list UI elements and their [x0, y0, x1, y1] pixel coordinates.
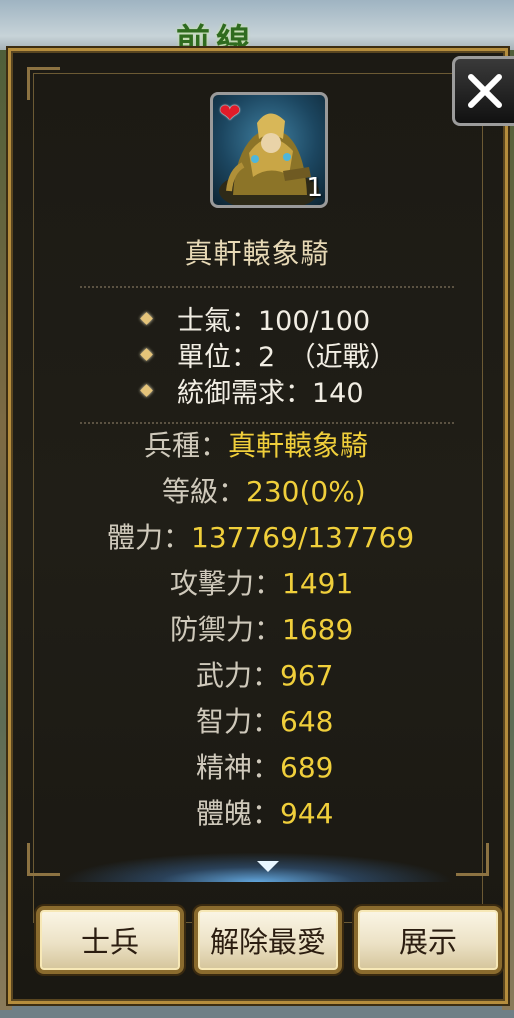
stat-label: 體力： [107, 521, 192, 554]
stat-row-strength: 武力：967 [196, 654, 333, 698]
summary-text: 士氣：100/100 [177, 305, 371, 337]
heart-icon: ❤ [219, 99, 241, 129]
close-icon [467, 74, 502, 108]
portrait-count: 1 [306, 173, 323, 203]
unfavorite-button[interactable]: 解除最愛 [194, 906, 342, 974]
summary-item-command: 統御需求：140 [140, 372, 397, 409]
summary-list: 士氣：100/100 單位：2 （近戰） 統御需求：140 [140, 300, 397, 409]
stat-value: 1689 [282, 613, 354, 646]
stat-value: 944 [280, 797, 334, 830]
stat-value: 230(0%) [246, 475, 366, 508]
stat-row-physique: 體魄：944 [196, 792, 333, 836]
stat-value: 648 [280, 705, 334, 738]
stat-value: 967 [280, 659, 334, 692]
stat-label: 兵種： [144, 429, 229, 462]
unit-portrait[interactable]: ❤ 1 [210, 92, 328, 208]
stat-label: 體魄： [196, 797, 281, 830]
stat-row-level: 等級：230(0%) [162, 470, 366, 514]
stat-value: 137769/137769 [191, 521, 415, 554]
stat-label: 等級： [162, 475, 247, 508]
stat-label: 攻擊力： [170, 567, 283, 600]
stat-row-hp: 體力：137769/137769 [107, 516, 414, 560]
summary-text: 統御需求：140 [177, 377, 364, 409]
soldier-button[interactable]: 士兵 [36, 906, 184, 974]
divider [80, 286, 454, 288]
close-button[interactable] [452, 56, 514, 126]
stat-label: 武力： [196, 659, 281, 692]
stat-label: 精神： [196, 751, 281, 784]
diamond-bullet-icon [140, 383, 153, 397]
stat-label: 智力： [196, 705, 281, 738]
diamond-bullet-icon [140, 311, 153, 325]
stat-row-defense: 防禦力：1689 [170, 608, 353, 652]
stat-value: 1491 [282, 567, 354, 600]
unit-name: 真軒轅象騎 [184, 237, 330, 270]
stat-row-attack: 攻擊力：1491 [170, 562, 353, 606]
stat-row-type: 兵種：真軒轅象騎 [144, 424, 368, 468]
stat-row-intelligence: 智力：648 [196, 700, 333, 744]
corner-ornament [27, 67, 60, 100]
corner-ornament [456, 843, 489, 876]
stat-label: 防禦力： [170, 613, 283, 646]
stat-value: 689 [280, 751, 334, 784]
show-button[interactable]: 展示 [354, 906, 502, 974]
stat-value: 真軒轅象騎 [228, 429, 369, 462]
summary-text: 單位：2 （近戰） [177, 341, 397, 373]
scroll-down-icon[interactable] [257, 861, 279, 872]
summary-item-morale: 士氣：100/100 [140, 300, 397, 337]
summary-item-unit: 單位：2 （近戰） [140, 336, 397, 373]
corner-ornament [27, 843, 60, 876]
diamond-bullet-icon [140, 347, 153, 361]
stat-row-spirit: 精神：689 [196, 746, 333, 790]
